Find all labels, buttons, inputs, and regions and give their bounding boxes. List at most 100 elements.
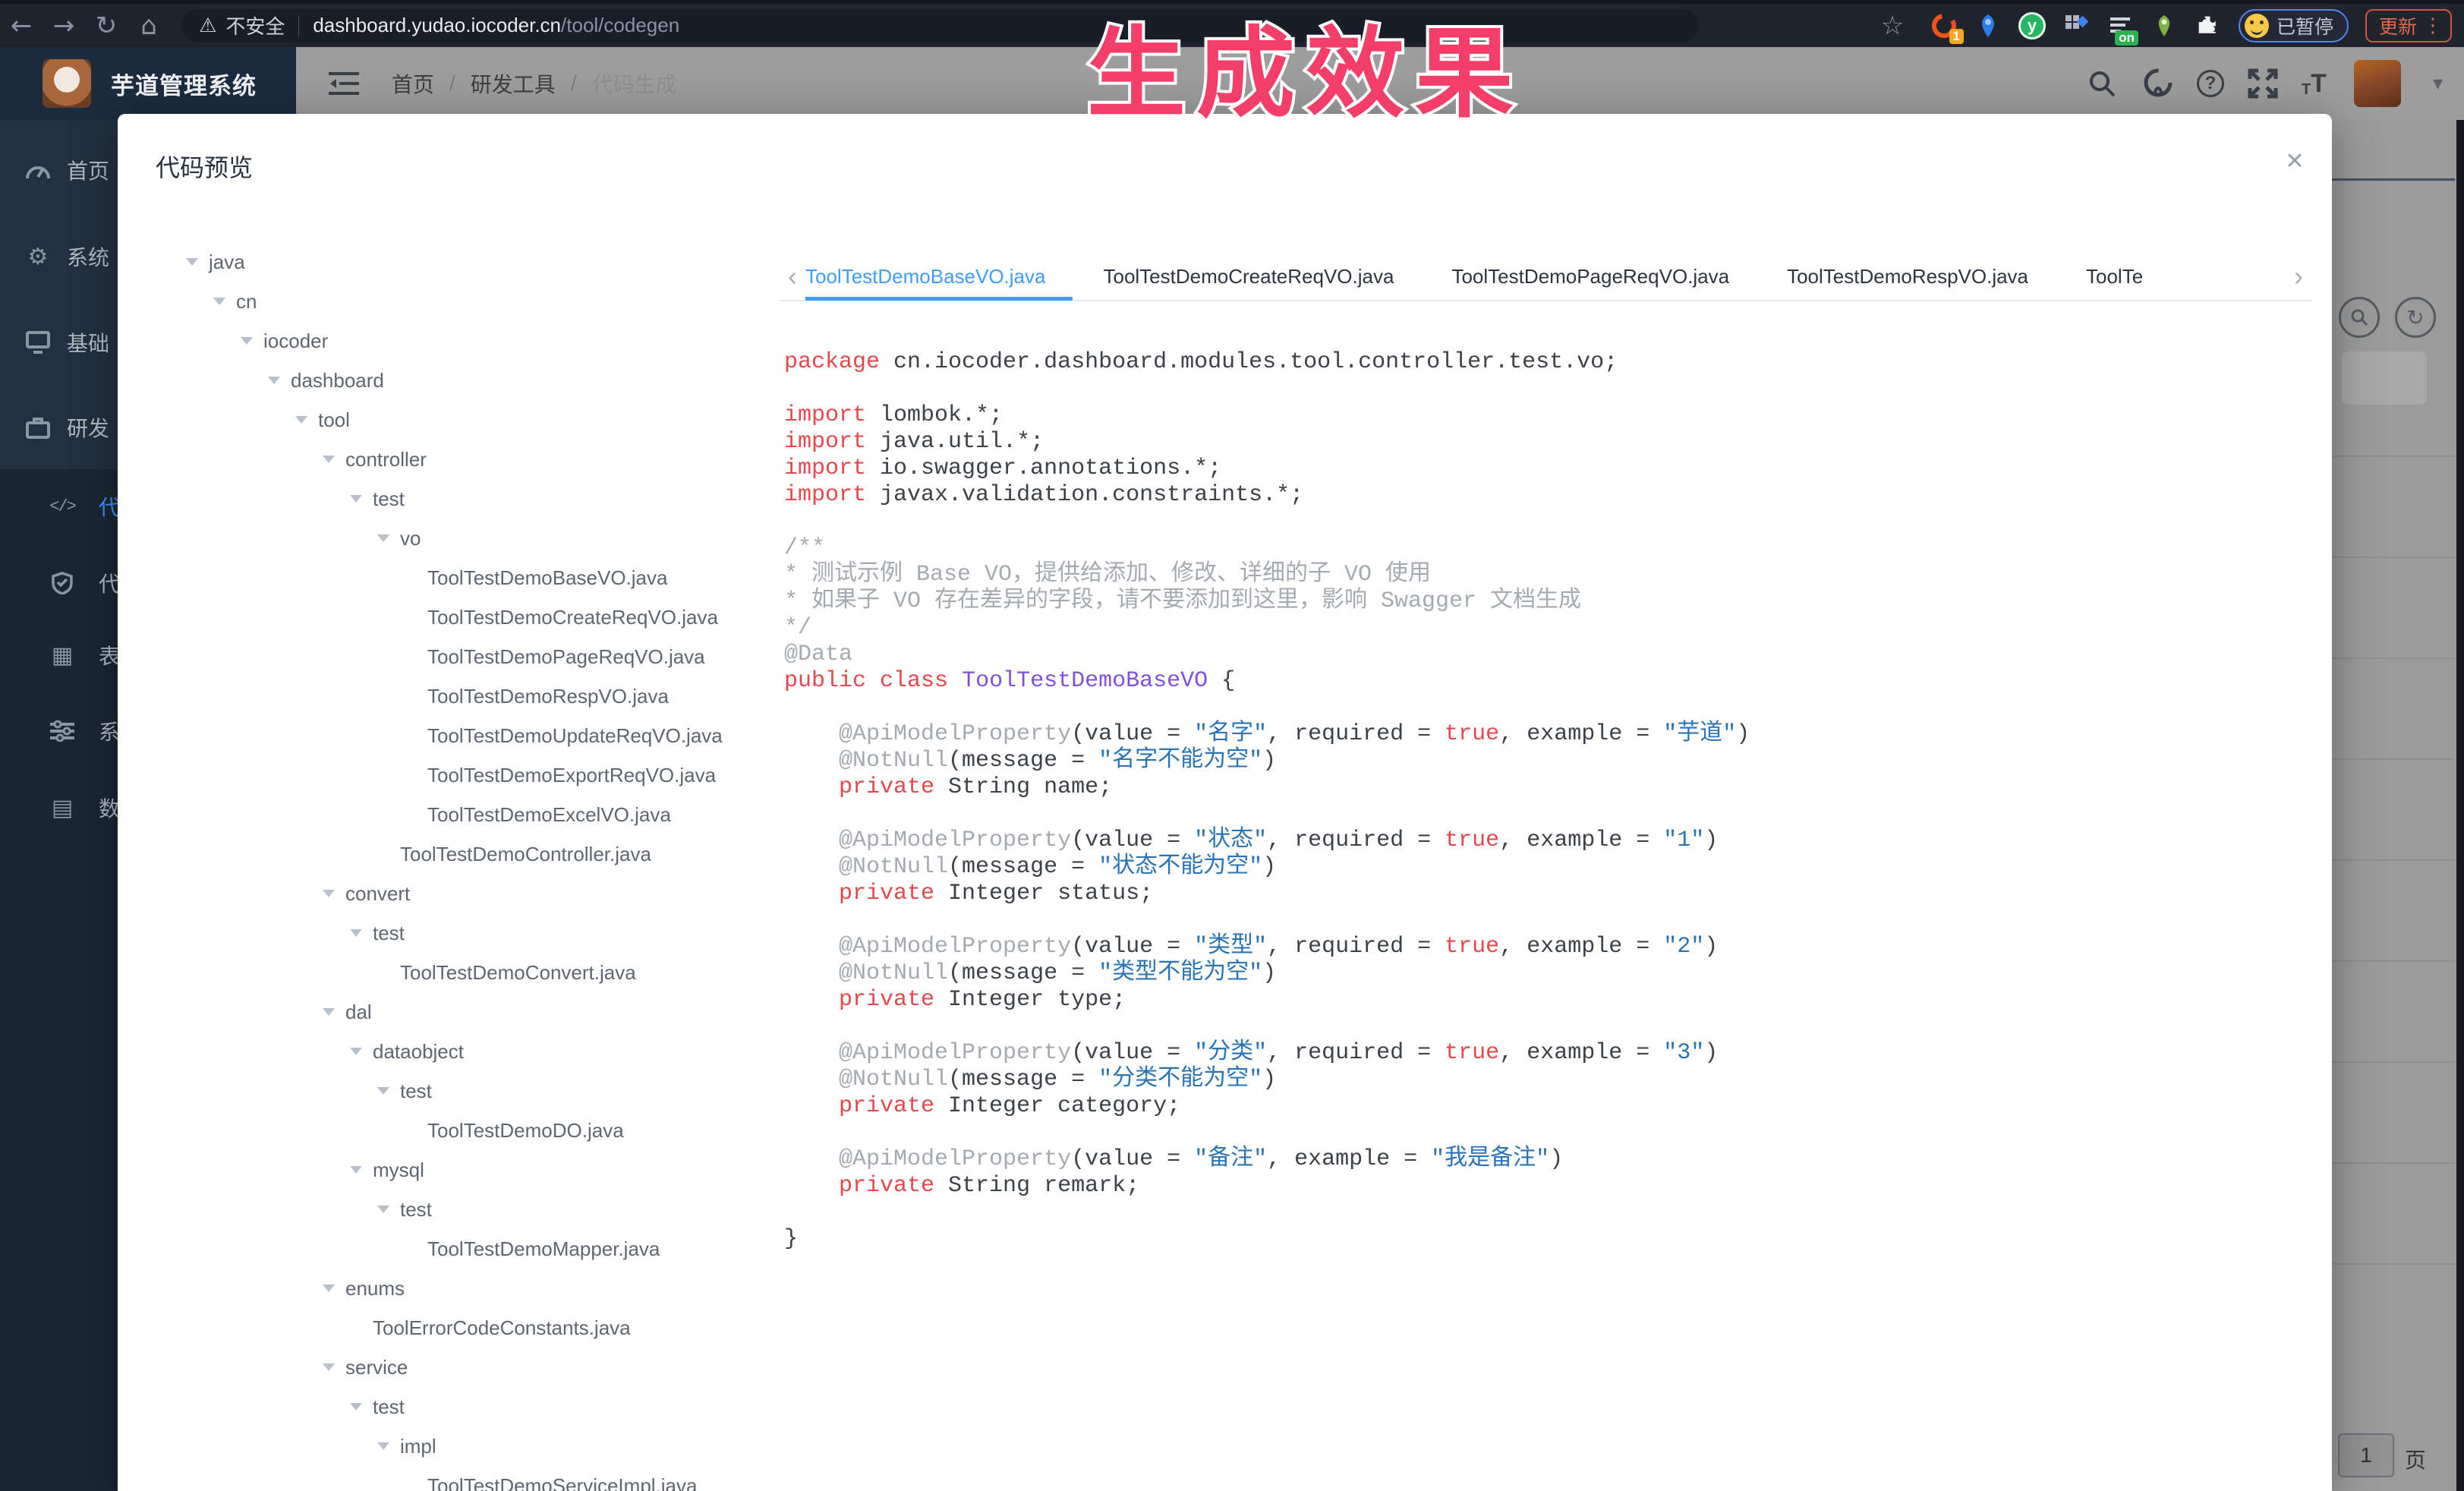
tabs-scroll-right-icon[interactable]: ›: [2286, 260, 2311, 292]
tree-node-dir[interactable]: test: [156, 1190, 778, 1229]
tree-caret-icon[interactable]: [350, 929, 362, 937]
tree-caret-icon[interactable]: [323, 1285, 335, 1292]
grid-extension-icon[interactable]: [2062, 12, 2090, 39]
tree-node-file[interactable]: ToolTestDemoPageReqVO.java: [156, 637, 778, 676]
tree-node-file[interactable]: ToolTestDemoCreateReqVO.java: [156, 597, 778, 637]
tree-node-dir[interactable]: dashboard: [156, 361, 778, 400]
sidebar-item-sub-1[interactable]: 代: [0, 560, 118, 606]
tampermonkey-extension-icon[interactable]: 1: [1930, 12, 1958, 39]
tree-node-dir[interactable]: mysql: [156, 1150, 778, 1190]
tree-node-dir[interactable]: controller: [156, 440, 778, 479]
browser-scrollbar[interactable]: [2456, 120, 2464, 1491]
tree-caret-icon[interactable]: [268, 377, 280, 384]
sidebar-item-0[interactable]: 首页: [0, 147, 118, 193]
search-round-button[interactable]: [2339, 297, 2380, 338]
extensions-puzzle-icon[interactable]: [2195, 12, 2222, 39]
tree-node-dir[interactable]: test: [156, 913, 778, 953]
browser-home-icon[interactable]: ⌂: [128, 8, 170, 44]
tree-node-file[interactable]: ToolTestDemoController.java: [156, 834, 778, 874]
tree-caret-icon[interactable]: [241, 337, 253, 345]
tree-node-dir[interactable]: test: [156, 479, 778, 519]
breadcrumb-item[interactable]: 研发工具: [471, 68, 556, 99]
tree-node-dir[interactable]: java: [156, 242, 778, 282]
kebab-menu-icon[interactable]: ⋮: [2423, 14, 2443, 37]
tab-2[interactable]: ToolTestDemoPageReqVO.java: [1451, 252, 1729, 301]
tree-node-dir[interactable]: convert: [156, 874, 778, 913]
close-icon[interactable]: ✕: [2278, 144, 2311, 178]
help-icon[interactable]: ?: [2197, 70, 2224, 97]
tree-node-file[interactable]: ToolTestDemoConvert.java: [156, 953, 778, 992]
address-bar[interactable]: ⚠ 不安全 dashboard.yudao.iocoder.cn /tool/c…: [181, 9, 1699, 43]
bookmark-star-icon[interactable]: ☆: [1871, 8, 1914, 44]
font-size-icon[interactable]: TT: [2302, 69, 2327, 99]
tree-node-dir[interactable]: cn: [156, 282, 778, 321]
github-icon[interactable]: [2141, 66, 2176, 101]
yuque-extension-icon[interactable]: y: [2018, 12, 2046, 39]
tree-node-file[interactable]: ToolTestDemoBaseVO.java: [156, 558, 778, 597]
tree-caret-icon[interactable]: [377, 534, 389, 542]
breadcrumb-item[interactable]: 首页: [392, 68, 434, 99]
tree-node-dir[interactable]: test: [156, 1387, 778, 1426]
tree-node-dir[interactable]: impl: [156, 1426, 778, 1466]
sidebar-item-3[interactable]: 研发: [0, 405, 118, 450]
tab-4[interactable]: ToolTe: [2086, 252, 2143, 301]
tree-node-label: ToolTestDemoController.java: [400, 843, 651, 866]
tree-caret-icon[interactable]: [350, 1166, 362, 1174]
browser-reload-icon[interactable]: ↻: [85, 8, 128, 44]
map-pin-extension-icon[interactable]: [1974, 12, 2002, 39]
sidebar-item-sub-2[interactable]: ▦表: [0, 632, 118, 678]
tree-caret-icon[interactable]: [213, 298, 225, 305]
tree-node-file[interactable]: ToolTestDemoExportReqVO.java: [156, 755, 778, 795]
sprout-pin-extension-icon[interactable]: [2150, 12, 2178, 39]
tree-caret-icon[interactable]: [295, 416, 307, 424]
app-logo[interactable]: 芋道管理系统: [0, 47, 296, 120]
avatar-caret-down-icon[interactable]: ▾: [2433, 72, 2443, 95]
tree-node-file[interactable]: ToolErrorCodeConstants.java: [156, 1308, 778, 1348]
tab-0[interactable]: ToolTestDemoBaseVO.java: [805, 252, 1045, 301]
sidebar-item-sub-0[interactable]: </>代: [0, 484, 118, 529]
search-icon[interactable]: [2084, 66, 2119, 101]
tree-caret-icon[interactable]: [350, 1403, 362, 1411]
tab-1[interactable]: ToolTestDemoCreateReqVO.java: [1103, 252, 1394, 301]
tree-caret-icon[interactable]: [323, 1363, 335, 1371]
tree-caret-icon[interactable]: [350, 495, 362, 503]
tree-node-dir[interactable]: iocoder: [156, 321, 778, 361]
tree-node-file[interactable]: ToolTestDemoDO.java: [156, 1111, 778, 1150]
tree-caret-icon[interactable]: [323, 890, 335, 897]
tab-3[interactable]: ToolTestDemoRespVO.java: [1787, 252, 2028, 301]
sidebar-item-2[interactable]: 基础: [0, 320, 118, 365]
tree-node-dir[interactable]: vo: [156, 519, 778, 558]
paused-extension-pill[interactable]: 已暂停: [2239, 9, 2349, 43]
sidebar-item-1[interactable]: ⚙系统: [0, 234, 118, 279]
tree-caret-icon[interactable]: [350, 1048, 362, 1055]
tree-node-file[interactable]: ToolTestDemoExcelVO.java: [156, 795, 778, 834]
tree-node-file[interactable]: ToolTestDemoServiceImpl.java: [156, 1466, 778, 1491]
tree-node-dir[interactable]: tool: [156, 400, 778, 440]
tree-caret-icon[interactable]: [377, 1442, 389, 1450]
browser-update-button[interactable]: 更新 ⋮: [2365, 9, 2452, 43]
sidebar-item-sub-4[interactable]: ▤数: [0, 785, 118, 831]
tabs-scroll-left-icon[interactable]: ‹: [780, 260, 805, 292]
tree-node-dir[interactable]: dataobject: [156, 1032, 778, 1071]
tree-node-dir[interactable]: dal: [156, 992, 778, 1032]
tree-node-file[interactable]: ToolTestDemoRespVO.java: [156, 676, 778, 716]
browser-forward-icon[interactable]: →: [43, 8, 85, 44]
fullscreen-icon[interactable]: [2245, 66, 2280, 101]
sidebar-collapse-icon[interactable]: [326, 66, 361, 101]
browser-back-icon[interactable]: ←: [0, 8, 43, 44]
sidebar-item-sub-3[interactable]: 系: [0, 708, 118, 754]
tree-caret-icon[interactable]: [323, 1008, 335, 1016]
tree-caret-icon[interactable]: [377, 1206, 389, 1213]
tree-caret-icon[interactable]: [377, 1087, 389, 1095]
list-switch-extension-icon[interactable]: on: [2106, 12, 2134, 39]
tree-node-file[interactable]: ToolTestDemoUpdateReqVO.java: [156, 716, 778, 755]
refresh-round-button[interactable]: ↻: [2395, 297, 2436, 338]
tree-node-dir[interactable]: test: [156, 1071, 778, 1111]
tree-node-dir[interactable]: service: [156, 1348, 778, 1387]
tree-node-dir[interactable]: enums: [156, 1269, 778, 1308]
user-avatar[interactable]: [2354, 60, 2401, 107]
tree-caret-icon[interactable]: [186, 258, 198, 266]
tree-node-file[interactable]: ToolTestDemoMapper.java: [156, 1229, 778, 1269]
pagination-page-input[interactable]: 1: [2338, 1433, 2394, 1477]
tree-caret-icon[interactable]: [323, 455, 335, 463]
